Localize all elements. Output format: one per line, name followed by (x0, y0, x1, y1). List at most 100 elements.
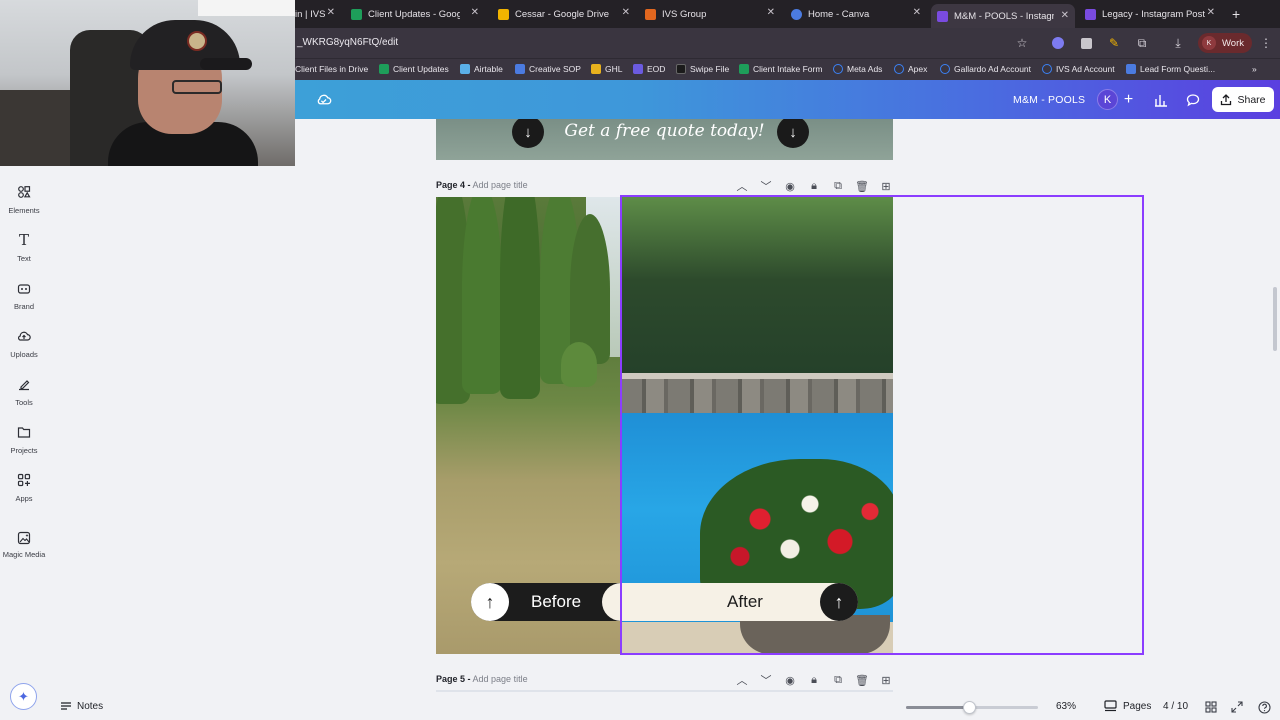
new-tab-button[interactable]: + (1232, 6, 1240, 22)
arrow-up-icon: ↑ (471, 583, 509, 621)
profile-avatar: K (1202, 36, 1216, 50)
sidebar-item-label: Projects (10, 446, 38, 455)
vertical-scrollbar[interactable] (1273, 287, 1277, 351)
brand-icon (16, 280, 32, 296)
cta-text: Get a free quote today! (564, 121, 765, 141)
extension-icon[interactable] (1050, 35, 1066, 51)
close-icon[interactable]: ✕ (327, 7, 335, 18)
download-icon[interactable]: ⤓ (1170, 35, 1186, 51)
bookmark-item[interactable]: Client Files in Drive (295, 64, 368, 74)
zoom-slider-handle[interactable] (963, 701, 977, 714)
bookmark-item[interactable]: Apex (894, 64, 927, 74)
grid-view-icon[interactable] (1203, 699, 1219, 715)
browser-tab[interactable]: Cessar - Google Drive ✕ (498, 4, 630, 24)
canva-assistant-button[interactable]: ✦ (10, 683, 37, 710)
close-icon[interactable]: ✕ (913, 7, 921, 18)
tab-title: in | IVS (295, 8, 326, 20)
bookmark-item[interactable]: IVS Ad Account (1042, 64, 1115, 74)
bookmark-label: EOD (647, 64, 666, 74)
hide-page-icon[interactable]: ◉ (778, 673, 802, 687)
page-4-label: Page 4 - Add page title (436, 180, 528, 190)
browser-tab[interactable]: IVS Group ✕ (645, 4, 775, 24)
design-title[interactable]: M&M - POOLS (1013, 94, 1085, 106)
share-button[interactable]: Share (1212, 87, 1274, 112)
insights-icon[interactable] (1150, 89, 1171, 110)
bookmark-item[interactable]: Meta Ads (833, 64, 882, 74)
add-page-icon[interactable]: ⊞ (874, 673, 898, 687)
close-icon[interactable]: ✕ (471, 7, 479, 18)
duplicate-icon[interactable]: ⧉ (826, 179, 850, 193)
pencil-icon[interactable]: ✎ (1106, 35, 1122, 51)
tab-title: Cessar - Google Drive (515, 8, 609, 20)
bookmark-item[interactable]: Creative SOP (515, 64, 581, 74)
close-icon[interactable]: ✕ (767, 7, 775, 18)
chevron-down-icon[interactable]: ﹀ (754, 673, 778, 687)
puzzle-icon[interactable]: ⧉ (1134, 35, 1150, 51)
lock-icon[interactable]: 🔒︎ (802, 179, 826, 193)
bookmark-item[interactable]: Client Intake Form (739, 64, 822, 74)
extension-icon[interactable] (1078, 35, 1094, 51)
help-icon[interactable] (1256, 699, 1272, 715)
browser-tab-bar: in | IVS ✕ Client Updates - Google S ✕ C… (295, 0, 1280, 28)
browser-tab[interactable]: Home - Canva ✕ (791, 4, 921, 24)
sidebar-item-brand[interactable]: Brand (0, 280, 48, 311)
sidebar-item-magic-media[interactable]: Magic Media (0, 530, 48, 559)
trash-icon[interactable]: 🗑︎ (850, 179, 874, 193)
bookmark-item[interactable]: Gallardo Ad Account (940, 64, 1031, 74)
sidebar-item-label: Apps (15, 494, 33, 503)
chevron-up-icon[interactable]: ︿ (730, 179, 754, 193)
close-icon[interactable]: ✕ (1207, 7, 1215, 18)
browser-toolbar: ☆ ✎ ⧉ ⤓ K Work ⋮ (1008, 33, 1280, 53)
comment-icon[interactable] (1182, 89, 1203, 110)
cloud-saved-icon[interactable] (315, 91, 332, 108)
page-3-preview[interactable]: ↓ Get a free quote today! ↓ (436, 119, 893, 160)
bookmark-item[interactable]: GHL (591, 64, 622, 74)
bookmark-item[interactable]: Airtable (460, 64, 503, 74)
duplicate-icon[interactable]: ⧉ (826, 673, 850, 687)
tab-title: M&M - POOLS - Instagram (954, 10, 1054, 22)
browser-tab[interactable]: Legacy - Instagram Post ✕ (1085, 4, 1215, 24)
sidebar-item-projects[interactable]: Projects (0, 424, 48, 455)
sidebar-item-label: Text (17, 254, 31, 263)
browser-tab[interactable]: Client Updates - Google S ✕ (351, 4, 479, 24)
chevron-up-icon[interactable]: ︿ (730, 673, 754, 687)
zoom-slider[interactable] (906, 701, 1038, 714)
tab-title: Legacy - Instagram Post (1102, 8, 1205, 20)
fullscreen-icon[interactable] (1229, 699, 1245, 715)
bookmark-item[interactable]: Client Updates (379, 64, 449, 74)
pages-label: Pages (1123, 700, 1152, 712)
zoom-level[interactable]: 63% (1056, 701, 1076, 712)
browser-tab[interactable]: in | IVS ✕ (295, 4, 335, 24)
sidebar-item-text[interactable]: T Text (0, 231, 48, 263)
sidebar-item-tools[interactable]: Tools (0, 376, 48, 407)
notes-button[interactable]: Notes (60, 700, 103, 712)
add-page-icon[interactable]: ⊞ (874, 179, 898, 193)
trash-icon[interactable]: 🗑︎ (850, 673, 874, 687)
collaborator-avatar[interactable]: K (1097, 89, 1118, 110)
profile-button[interactable]: K Work (1198, 33, 1252, 53)
add-page-title[interactable]: Add page title (473, 674, 528, 684)
browser-tab-active[interactable]: M&M - POOLS - Instagram ✕ (931, 4, 1075, 28)
close-icon[interactable]: ✕ (1061, 10, 1069, 21)
star-icon[interactable]: ☆ (1014, 35, 1030, 51)
bookmarks-overflow[interactable]: » (1252, 64, 1257, 74)
google-drive-icon (498, 8, 509, 20)
close-icon[interactable]: ✕ (622, 7, 630, 18)
pages-button[interactable]: Pages (1104, 700, 1151, 712)
selection-box[interactable] (620, 195, 1144, 655)
canva-header: M&M - POOLS K + Share (295, 80, 1280, 119)
bookmark-item[interactable]: Lead Form Questi... (1126, 64, 1215, 74)
sidebar-item-elements[interactable]: Elements (0, 184, 48, 215)
hide-page-icon[interactable]: ◉ (778, 179, 802, 193)
add-page-title[interactable]: Add page title (473, 180, 528, 190)
add-collaborator-button[interactable]: + (1118, 89, 1139, 110)
sidebar-item-uploads[interactable]: Uploads (0, 328, 48, 359)
sidebar-item-apps[interactable]: Apps (0, 472, 48, 503)
page-4-toolbar: ︿ ﹀ ◉ 🔒︎ ⧉ 🗑︎ ⊞ (730, 179, 898, 194)
more-menu-icon[interactable]: ⋮ (1258, 35, 1274, 51)
chevron-down-icon[interactable]: ﹀ (754, 179, 778, 193)
lock-icon[interactable]: 🔒︎ (802, 673, 826, 687)
bookmark-item[interactable]: EOD (633, 64, 665, 74)
url-input[interactable]: _WKRG8yqN6FtQ/edit (297, 37, 398, 48)
bookmark-item[interactable]: Swipe File (676, 64, 729, 74)
